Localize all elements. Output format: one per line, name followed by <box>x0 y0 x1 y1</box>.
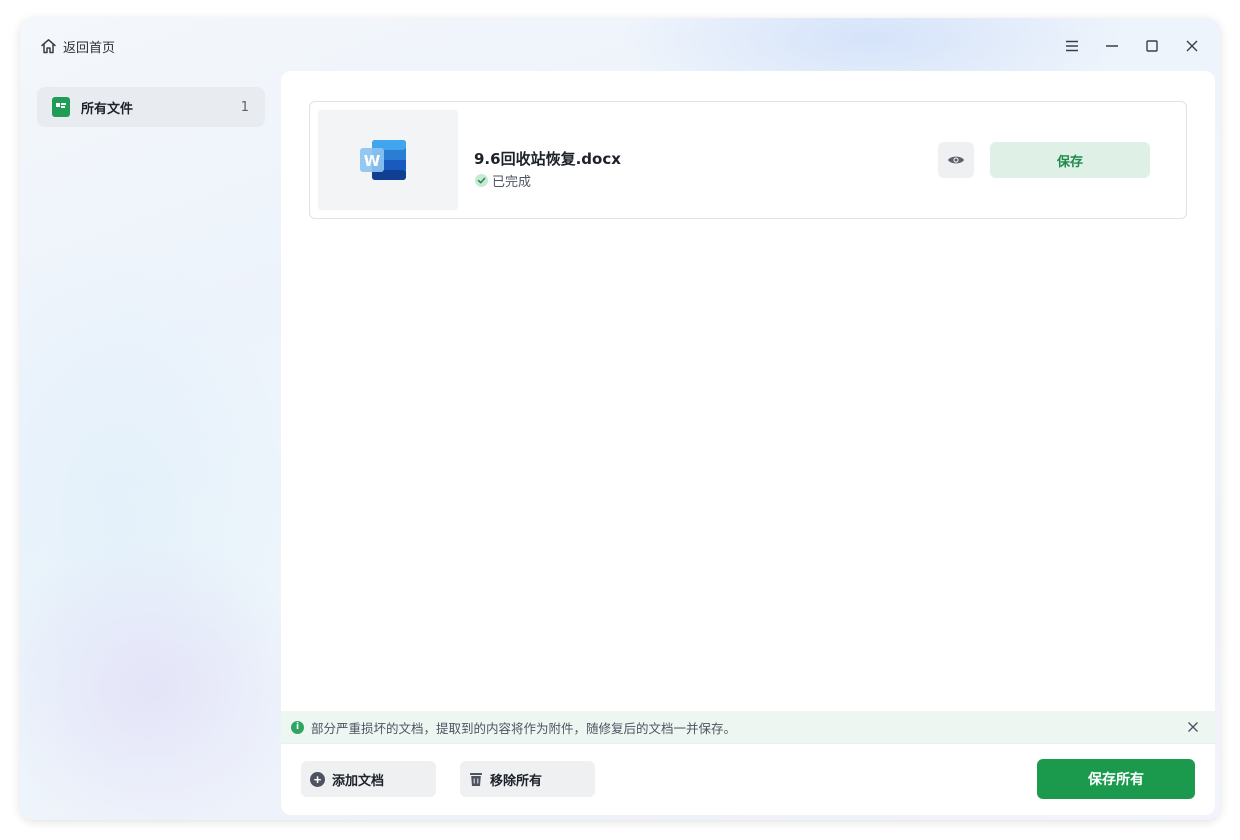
eye-icon <box>948 156 964 164</box>
window-controls <box>1062 36 1202 56</box>
plus-circle-icon: + <box>310 771 325 787</box>
app-window: 返回首页 所有文件 1 W 9.6回收站恢复.docx 已完成 保存 i 部分严… <box>20 18 1220 820</box>
file-status-label: 已完成 <box>492 175 532 190</box>
back-home-label: 返回首页 <box>63 40 116 56</box>
back-home-button[interactable]: 返回首页 <box>40 36 115 56</box>
file-thumbnail: W <box>318 110 458 210</box>
sidebar-item-label: 所有文件 <box>81 101 134 117</box>
maximize-button[interactable] <box>1142 36 1162 56</box>
close-icon <box>1186 40 1198 52</box>
trash-icon <box>470 772 482 786</box>
close-button[interactable] <box>1182 36 1202 56</box>
file-card: W 9.6回收站恢复.docx 已完成 保存 <box>309 101 1187 219</box>
menu-button[interactable] <box>1062 36 1082 56</box>
add-document-button[interactable]: + 添加文档 <box>301 761 436 797</box>
remove-all-label: 移除所有 <box>490 772 543 788</box>
notice-text: 部分严重损坏的文档，提取到的内容将作为附件，随修复后的文档一并保存。 <box>311 720 737 736</box>
document-folder-icon <box>52 97 70 117</box>
svg-text:W: W <box>364 152 381 170</box>
preview-button[interactable] <box>938 142 974 178</box>
home-icon <box>40 38 57 54</box>
info-icon: i <box>291 720 304 734</box>
footer-divider <box>281 743 1215 744</box>
file-status: 已完成 <box>475 171 531 190</box>
remove-all-button[interactable]: 移除所有 <box>460 761 595 797</box>
minimize-icon <box>1106 45 1118 47</box>
menu-icon <box>1066 40 1078 52</box>
word-document-icon: W <box>360 140 406 180</box>
minimize-button[interactable] <box>1102 36 1122 56</box>
sidebar-item-all-files[interactable]: 所有文件 1 <box>37 87 265 127</box>
save-all-button[interactable]: 保存所有 <box>1037 759 1195 799</box>
maximize-icon <box>1146 40 1158 52</box>
notice-bar: i 部分严重损坏的文档，提取到的内容将作为附件，随修复后的文档一并保存。 <box>281 711 1215 743</box>
sidebar-item-count: 1 <box>240 99 249 115</box>
add-document-label: 添加文档 <box>332 772 385 788</box>
notice-close-button[interactable] <box>1185 719 1201 735</box>
save-button[interactable]: 保存 <box>990 142 1150 178</box>
check-circle-icon <box>475 174 488 187</box>
close-icon <box>1188 722 1198 732</box>
file-name: 9.6回收站恢复.docx <box>474 150 621 168</box>
file-list-panel: W 9.6回收站恢复.docx 已完成 保存 i 部分严重损坏的文档，提取到的内… <box>281 71 1215 815</box>
